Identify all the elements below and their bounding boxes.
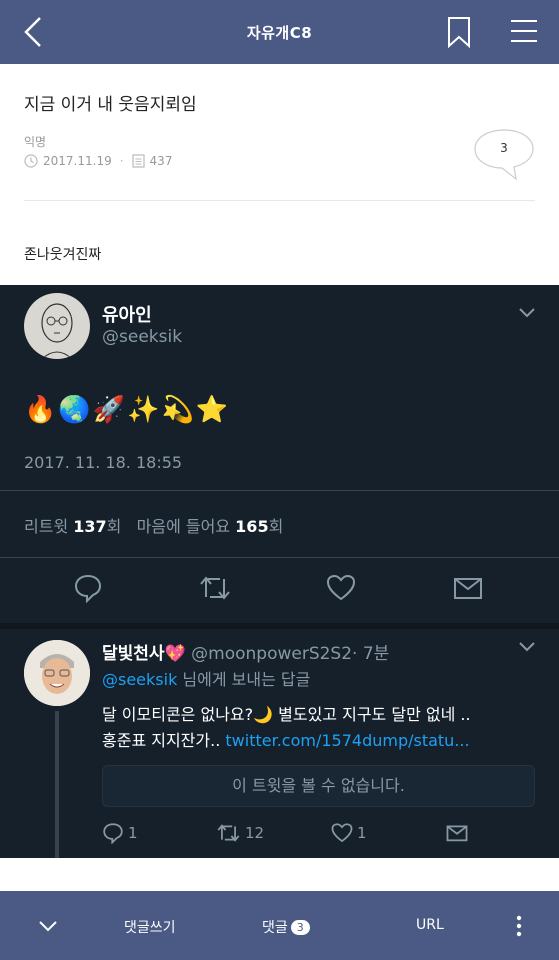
post-meta: 2017.11.19 · 437 [24, 154, 172, 168]
post-title: 지금 이거 내 웃음지뢰임 [24, 95, 197, 115]
reply-text-line2-prefix: 홍준표 지지잔가.. [102, 731, 226, 750]
reply-author-name: 달빛천사 [102, 644, 165, 664]
bookmark-icon[interactable] [446, 16, 472, 48]
heart-icon [331, 823, 353, 843]
mail-icon [446, 825, 468, 842]
more-vertical-icon[interactable] [514, 915, 524, 937]
post-date: 2017.11.19 [43, 154, 112, 168]
unavailable-tweet-card: 이 트윗을 볼 수 없습니다. [102, 765, 535, 807]
view-count-icon [131, 154, 145, 168]
divider [0, 490, 559, 491]
heart-icon [326, 574, 356, 601]
reply-link: twitter.com/1574dump/statu... [225, 731, 470, 750]
mail-icon [454, 578, 482, 599]
bottom-bar: 댓글쓰기 댓글 3 URL [0, 891, 559, 960]
post-body: 존나웃겨진짜 [24, 247, 102, 263]
reply-header: 달빛천사💖 @moonpowerS2S2· 7분 [102, 639, 389, 664]
reply-to-suffix: 님에게 보내는 답글 [177, 670, 311, 689]
chevron-down-icon[interactable] [38, 919, 58, 933]
tweet-author-handle: @seeksik [102, 327, 183, 347]
reply-text-line2: 홍준표 지지잔가.. twitter.com/1574dump/statu... [102, 727, 470, 751]
top-bar: 자유개C8 [0, 0, 559, 64]
reply-icon [103, 823, 123, 844]
reply-to: @seeksik 님에게 보내는 답글 [102, 666, 310, 690]
retweet-icon [217, 824, 240, 842]
divider [0, 623, 559, 629]
comments-badge: 3 [290, 920, 310, 935]
retweet-label: 리트윗 [24, 517, 69, 536]
like-label: 마음에 들어요 [136, 517, 231, 536]
write-comment-button[interactable]: 댓글쓰기 [124, 917, 176, 937]
reply-like-count: 1 [357, 824, 367, 842]
count-unit: 회 [268, 517, 284, 536]
url-button[interactable]: URL [416, 917, 444, 933]
thread-line [55, 711, 59, 858]
divider [0, 557, 559, 558]
tweet-screenshot: 유아인 @seeksik 🔥🌏🚀✨💫⭐ 2017. 11. 18. 18:55 … [0, 285, 559, 858]
speech-bubble-icon [474, 129, 534, 181]
clock-icon [24, 154, 38, 168]
reply-text-line1: 달 이모티콘은 없나요?🌙 별도있고 지구도 달만 없네 .. [102, 705, 471, 724]
retweet-icon [200, 576, 230, 600]
post-views: 437 [149, 154, 173, 168]
chevron-down-icon [519, 642, 535, 652]
tweet-datetime: 2017. 11. 18. 18:55 [24, 453, 183, 472]
retweet-count: 137 [73, 517, 107, 536]
reply-time: · 7분 [352, 644, 390, 664]
meta-separator: · [119, 154, 124, 168]
comment-count-bubble[interactable]: 3 [472, 128, 536, 182]
hamburger-menu-icon[interactable] [510, 18, 538, 44]
avatar [24, 640, 90, 706]
reply-retweet-count: 12 [245, 824, 265, 842]
tweet-actions [0, 573, 559, 607]
divider [24, 200, 535, 201]
chevron-down-icon [519, 308, 535, 318]
like-count: 165 [235, 517, 269, 536]
tweet-stats: 리트윗 137회 마음에 들어요 165회 [24, 513, 283, 537]
reply-reply-count: 1 [128, 824, 138, 842]
comment-count: 3 [500, 141, 508, 155]
post-author: 익명 [24, 135, 47, 149]
reply-author-heart: 💖 [164, 644, 186, 664]
reply-to-handle: @seeksik [102, 670, 178, 689]
count-unit: 회 [106, 517, 122, 536]
comments-button[interactable]: 댓글 3 [262, 917, 310, 937]
board-title: 자유개C8 [246, 24, 313, 42]
comments-label: 댓글 [262, 920, 288, 936]
avatar [24, 293, 90, 359]
reply-actions: 1 12 1 [102, 822, 522, 848]
tweet-author-name: 유아인 [102, 305, 152, 326]
tweet-text: 🔥🌏🚀✨💫⭐ [24, 395, 231, 425]
reply-author-handle: @moonpowerS2S2 [191, 644, 353, 664]
reply-icon [74, 574, 102, 603]
